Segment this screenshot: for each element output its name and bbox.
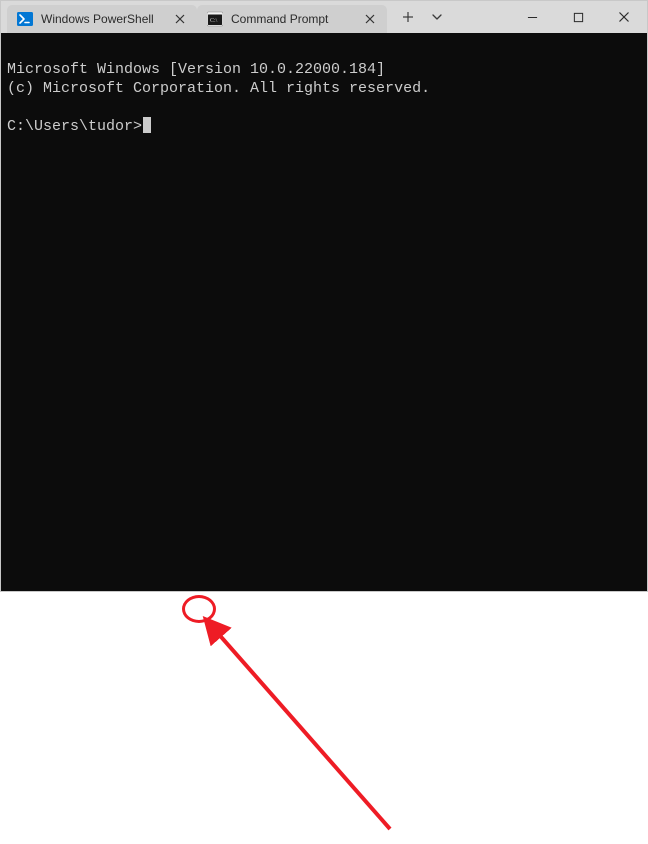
window-close-button[interactable]: [601, 1, 647, 33]
tab-close-button[interactable]: [171, 10, 189, 28]
powershell-icon: [17, 11, 33, 27]
maximize-icon: [573, 12, 584, 23]
tab-cmd[interactable]: C:\ Command Prompt: [197, 5, 387, 33]
window-controls: [509, 1, 647, 33]
cmd-icon: C:\: [207, 11, 223, 27]
tab-strip: Windows PowerShell C:\ Command Pr: [7, 1, 387, 33]
titlebar: Windows PowerShell C:\ Command Pr: [1, 1, 647, 33]
close-icon: [365, 14, 375, 24]
tab-label: Windows PowerShell: [41, 12, 167, 26]
tab-label: Command Prompt: [231, 12, 357, 26]
tab-actions: [387, 1, 449, 33]
terminal-cursor: [143, 117, 151, 133]
minimize-button[interactable]: [509, 1, 555, 33]
svg-text:C:\: C:\: [210, 18, 218, 24]
annotation-circle: [182, 595, 216, 623]
close-icon: [175, 14, 185, 24]
annotation-arrow: [200, 614, 410, 844]
terminal-line: Microsoft Windows [Version 10.0.22000.18…: [7, 61, 385, 78]
plus-icon: [402, 11, 414, 23]
maximize-button[interactable]: [555, 1, 601, 33]
minimize-icon: [527, 12, 538, 23]
terminal-window: Windows PowerShell C:\ Command Pr: [0, 0, 648, 592]
terminal-output[interactable]: Microsoft Windows [Version 10.0.22000.18…: [1, 33, 647, 591]
terminal-line: (c) Microsoft Corporation. All rights re…: [7, 80, 430, 97]
tab-dropdown-button[interactable]: [425, 2, 449, 32]
terminal-prompt: C:\Users\tudor>: [7, 117, 142, 136]
tab-close-button[interactable]: [361, 10, 379, 28]
titlebar-drag-area[interactable]: [449, 1, 509, 33]
new-tab-button[interactable]: [393, 2, 423, 32]
chevron-down-icon: [431, 11, 443, 23]
tab-powershell[interactable]: Windows PowerShell: [7, 5, 197, 33]
close-icon: [618, 11, 630, 23]
